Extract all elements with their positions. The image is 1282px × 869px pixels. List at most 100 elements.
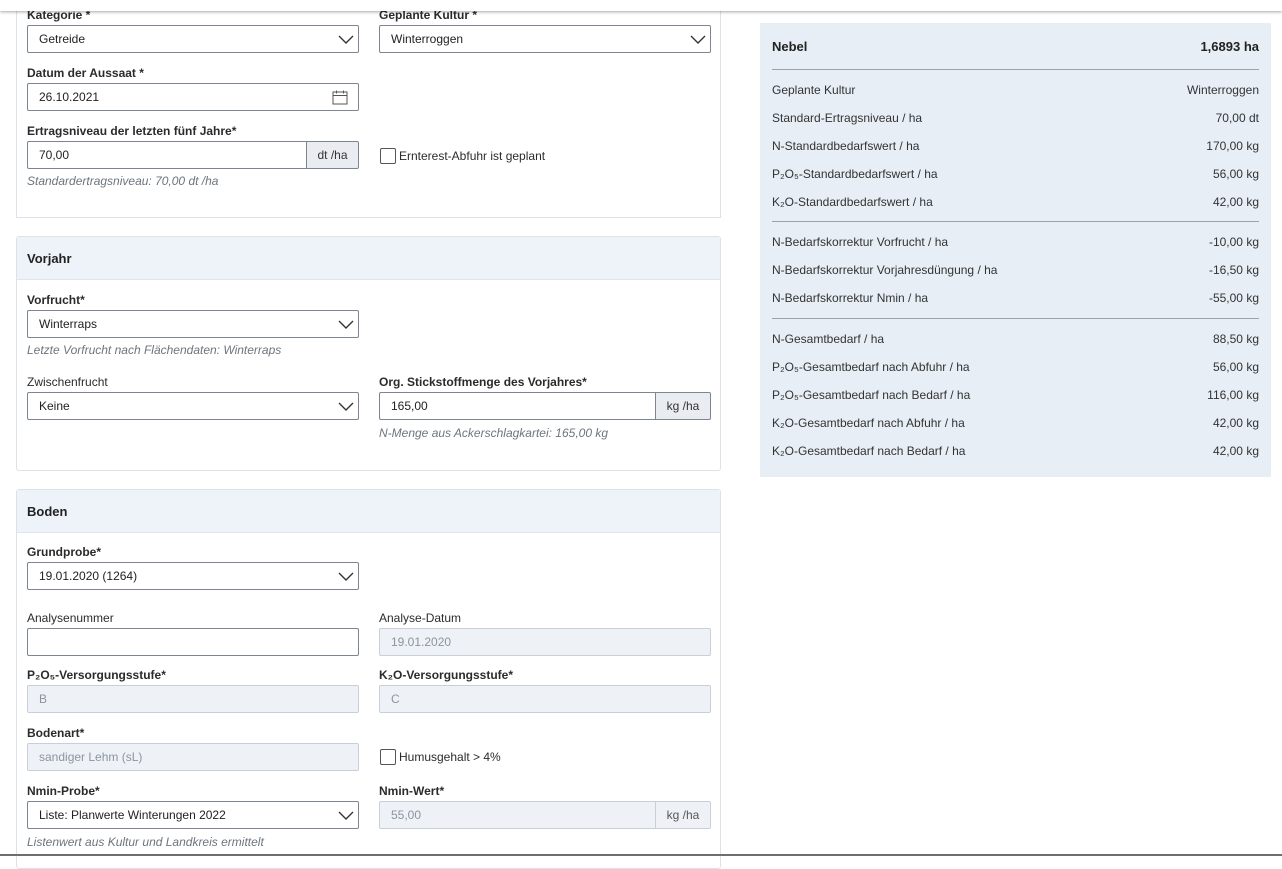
- summary-row-value: 56,00 kg: [1212, 167, 1259, 181]
- humus-checkbox[interactable]: [380, 749, 396, 765]
- section-title-boden: Boden: [17, 490, 720, 533]
- ertrag-input[interactable]: 70,00: [27, 141, 306, 169]
- chevron-down-icon: [338, 402, 354, 411]
- summary-row-value: 116,00 kg: [1207, 388, 1259, 402]
- summary-row: P₂O₅-Gesamtbedarf nach Bedarf / ha 116,00…: [772, 388, 1259, 402]
- summary-row: N-Bedarfskorrektur Nmin / ha -55,00 kg: [772, 291, 1259, 305]
- k2o-label: K₂O-Versorgungsstufe*: [379, 668, 514, 682]
- ernterest-label: Ernterest-Abfuhr ist geplant: [399, 149, 546, 163]
- summary-row-value: 56,00 kg: [1212, 360, 1259, 374]
- analysenummer-input[interactable]: [27, 628, 359, 656]
- summary-row-label: N-Bedarfskorrektur Vorfrucht / ha: [772, 235, 949, 249]
- vorfrucht-hint: Letzte Vorfrucht nach Flächendaten: Wint…: [27, 343, 282, 357]
- summary-row-label: Standard-Ertragsniveau / ha: [772, 111, 923, 125]
- summary-row-value: 42,00 kg: [1212, 444, 1259, 458]
- summary-row: K₂O-Standardbedarfswert / ha 42,00 kg: [772, 195, 1259, 209]
- summary-row-label: N-Standardbedarfswert / ha: [772, 139, 920, 153]
- analyse-datum-input: 19.01.2020: [379, 628, 711, 656]
- org-n-unit: kg /ha: [655, 392, 711, 420]
- grundprobe-value: 19.01.2020 (1264): [39, 569, 138, 583]
- analysenummer-label: Analysenummer: [27, 611, 114, 625]
- divider: [772, 69, 1259, 70]
- summary-row-label: Geplante Kultur: [772, 83, 856, 97]
- datum-value: 26.10.2021: [39, 90, 100, 104]
- org-n-input[interactable]: 165,00: [379, 392, 655, 420]
- datum-label: Datum der Aussaat *: [27, 66, 144, 80]
- datum-input[interactable]: 26.10.2021: [27, 83, 359, 111]
- nmin-probe-value: Liste: Planwerte Winterungen 2022: [39, 808, 226, 822]
- geplante-kultur-value: Winterroggen: [391, 32, 464, 46]
- ertrag-unit: dt /ha: [306, 141, 359, 169]
- summary-row-value: -16,50 kg: [1208, 263, 1259, 277]
- grundprobe-label: Grundprobe*: [27, 545, 101, 559]
- vorjahr-section: Vorjahr Vorfrucht* Winterraps Letzte Vor…: [16, 236, 721, 471]
- summary-row-label: P₂O₅-Gesamtbedarf nach Abfuhr / ha: [772, 360, 970, 374]
- geplante-kultur-select[interactable]: Winterroggen: [379, 25, 711, 53]
- summary-row-label: P₂O₅-Standardbedarfswert / ha: [772, 167, 938, 181]
- chevron-down-icon: [338, 35, 354, 44]
- ertrag-value: 70,00: [39, 148, 70, 162]
- summary-panel: Nebel 1,6893 ha Geplante Kultur Winterrog…: [760, 23, 1271, 477]
- vorfrucht-value: Winterraps: [39, 317, 98, 331]
- zwischenfrucht-label: Zwischenfrucht: [27, 375, 108, 389]
- zwischenfrucht-value: Keine: [39, 399, 70, 413]
- p2o5-input: B: [27, 685, 359, 713]
- org-n-label: Org. Stickstoffmenge des Vorjahres*: [379, 375, 587, 389]
- section-title-vorjahr: Vorjahr: [17, 237, 720, 280]
- org-n-value: 165,00: [391, 399, 428, 413]
- summary-row-label: N-Bedarfskorrektur Nmin / ha: [772, 291, 929, 305]
- summary-row: Standard-Ertragsniveau / ha 70,00 dt: [772, 111, 1259, 125]
- bodenart-input: sandiger Lehm (sL): [27, 743, 359, 771]
- summary-row-value: -10,00 kg: [1208, 235, 1259, 249]
- summary-row: N-Bedarfskorrektur Vorfrucht / ha -10,00 …: [772, 235, 1259, 249]
- chevron-down-icon: [690, 35, 706, 44]
- summary-row-value: 42,00 kg: [1212, 195, 1259, 209]
- kategorie-select[interactable]: Getreide: [27, 25, 359, 53]
- summary-row-value: 42,00 kg: [1212, 416, 1259, 430]
- summary-row: P₂O₅-Standardbedarfswert / ha 56,00 kg: [772, 167, 1259, 181]
- bodenart-value: sandiger Lehm (sL): [39, 750, 143, 764]
- summary-row-label: K₂O-Gesamtbedarf nach Abfuhr / ha: [772, 416, 965, 430]
- summary-header: Nebel 1,6893 ha: [772, 39, 1259, 54]
- summary-row: N-Gesamtbedarf / ha 88,50 kg: [772, 332, 1259, 346]
- ertrag-label: Ertragsniveau der letzten fünf Jahre*: [27, 124, 237, 138]
- summary-row: N-Standardbedarfswert / ha 170,00 kg: [772, 139, 1259, 153]
- crop-section: Kategorie * Getreide Geplante Kultur * W…: [16, 0, 721, 218]
- boden-section: Boden Grundprobe* 19.01.2020 (1264) Anal…: [16, 489, 721, 869]
- analyse-datum-value: 19.01.2020: [391, 635, 452, 649]
- org-n-hint: N-Menge aus Ackerschlagkartei: 165,00 kg: [379, 426, 609, 440]
- calendar-icon[interactable]: [332, 90, 348, 105]
- ernterest-checkbox[interactable]: [380, 148, 396, 164]
- summary-row-label: N-Gesamtbedarf / ha: [772, 332, 885, 346]
- ertrag-hint: Standardertragsniveau: 70,00 dt /ha: [27, 174, 219, 188]
- kategorie-value: Getreide: [39, 32, 86, 46]
- summary-row-value: 88,50 kg: [1212, 332, 1259, 346]
- k2o-input: C: [379, 685, 711, 713]
- p2o5-label: P₂O₅-Versorgungsstufe*: [27, 668, 166, 682]
- grundprobe-select[interactable]: 19.01.2020 (1264): [27, 562, 359, 590]
- humus-label: Humusgehalt > 4%: [399, 750, 501, 764]
- nmin-probe-select[interactable]: Liste: Planwerte Winterungen 2022: [27, 801, 359, 829]
- top-bar: [0, 0, 1282, 11]
- divider: [772, 221, 1259, 222]
- summary-row-value: 70,00 dt: [1215, 111, 1259, 125]
- summary-row-label: K₂O-Gesamtbedarf nach Bedarf / ha: [772, 444, 966, 458]
- summary-row: N-Bedarfskorrektur Vorjahresdüngung / ha…: [772, 263, 1259, 277]
- chevron-down-icon: [338, 811, 354, 820]
- summary-row: K₂O-Gesamtbedarf nach Bedarf / ha 42,00 k…: [772, 444, 1259, 458]
- vorfrucht-label: Vorfrucht*: [27, 293, 85, 307]
- analyse-datum-label: Analyse-Datum: [379, 611, 462, 625]
- summary-row-label: N-Bedarfskorrektur Vorjahresdüngung / ha: [772, 263, 998, 277]
- field-name: Nebel: [772, 39, 808, 54]
- vorfrucht-select[interactable]: Winterraps: [27, 310, 359, 338]
- summary-row-label: P₂O₅-Gesamtbedarf nach Bedarf / ha: [772, 388, 971, 402]
- p2o5-value: B: [39, 692, 48, 706]
- chevron-down-icon: [338, 572, 354, 581]
- summary-row-value: Winterroggen: [1186, 83, 1259, 97]
- summary-row: P₂O₅-Gesamtbedarf nach Abfuhr / ha 56,00 …: [772, 360, 1259, 374]
- bodenart-label: Bodenart*: [27, 726, 85, 740]
- summary-row-value: 170,00 kg: [1206, 139, 1259, 153]
- zwischenfrucht-select[interactable]: Keine: [27, 392, 359, 420]
- summary-row: K₂O-Gesamtbedarf nach Abfuhr / ha 42,00 k…: [772, 416, 1259, 430]
- field-area: 1,6893 ha: [1200, 39, 1259, 54]
